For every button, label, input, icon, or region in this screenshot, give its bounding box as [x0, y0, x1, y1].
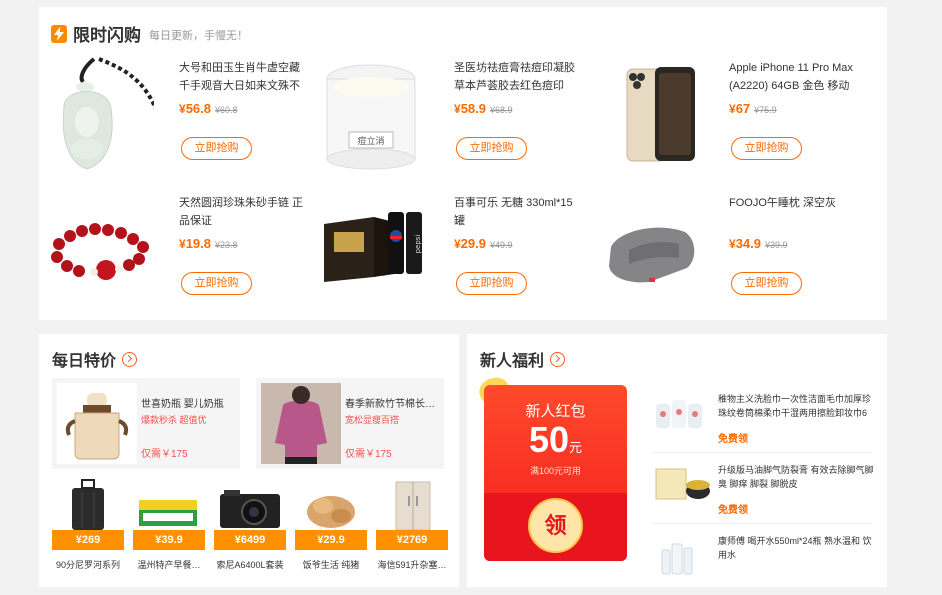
mini-name: 海信591升杂塞…	[377, 560, 447, 570]
mini-name: 饭爷生活 纯猪	[302, 560, 360, 570]
newbie-item[interactable]: 康师傅 喝开水550ml*24瓶 熟水温和 饮用水	[652, 524, 872, 595]
newbie-product-list: 稚物主义洗脸巾一次性洁面毛巾加厚珍珠纹卷筒棉柔巾干湿两用擦脸卸妆巾6包 免费领 …	[652, 382, 874, 595]
product-name[interactable]: Apple iPhone 11 Pro Max (A2220) 64GB 金色 …	[729, 59, 857, 95]
bracelet-image	[51, 223, 149, 280]
acne-cream-image: 痘立消	[326, 64, 416, 170]
foot-cream-image	[655, 468, 710, 500]
flash-item[interactable]: 天然圆润珍珠朱砂手链 正品保证 ¥19.8 ¥23.8 立即抢购	[39, 192, 309, 317]
deal-tag: 爆款秒杀 超值优	[141, 415, 207, 425]
pork-snack-image	[307, 496, 355, 528]
daily-deals-header[interactable]: 每日特价	[52, 347, 138, 371]
mini-price: ¥269	[52, 530, 124, 550]
newbie-item-name: 升级版马油脚气防裂膏 有效去除脚气脚臭 脚痒 脚裂 脚脱皮	[718, 465, 874, 489]
lightning-icon	[51, 24, 67, 43]
newbie-header[interactable]: 新人福利	[480, 347, 566, 371]
product-name[interactable]: 大号和田玉生肖牛虚空藏千手观音大日如来文殊不动…	[179, 59, 307, 95]
deal-name: 世喜奶瓶 婴儿奶瓶	[141, 399, 224, 410]
mini-price: ¥2769	[376, 530, 448, 550]
deal-card[interactable]: 春季新款竹节棉长… 宽松显瘦百搭 仅需￥175	[256, 378, 444, 469]
svg-text:pepsi: pepsi	[414, 235, 422, 254]
mini-name: 温州特产早餐…	[137, 560, 201, 570]
newbie-item-name: 康师傅 喝开水550ml*24瓶 熟水温和 饮用水	[718, 536, 872, 560]
mini-price: ¥6499	[214, 530, 286, 550]
chevron-right-icon[interactable]	[122, 351, 138, 367]
buy-now-button[interactable]: 立即抢购	[456, 137, 527, 160]
free-claim-label[interactable]: 免费领	[718, 501, 748, 516]
svg-text:痘立消: 痘立消	[357, 135, 384, 147]
red-packet-coupon[interactable]: 新人红包 50元 满100元可用 领	[484, 385, 627, 561]
mini-price: ¥39.9	[133, 530, 205, 550]
camera-image	[220, 490, 280, 528]
mini-deal[interactable]: ¥2769 海信591升杂塞…	[376, 478, 448, 578]
flash-item[interactable]: 痘立消 圣医坊祛痘膏祛痘印凝胶草本芦荟胶去红色痘印 ¥58.9 ¥68.9 立即抢…	[314, 57, 584, 182]
product-price: ¥19.8 ¥23.8	[179, 236, 238, 251]
red-packet-condition: 满100元可用	[529, 466, 582, 476]
iphone-image	[626, 67, 695, 162]
free-claim-label[interactable]: 免费领	[718, 430, 748, 445]
deal-tag: 宽松显瘦百搭	[345, 415, 400, 425]
newbie-item[interactable]: 升级版马油脚气防裂膏 有效去除脚气脚臭 脚痒 脚裂 脚脱皮 免费领	[652, 453, 874, 524]
product-price: ¥56.8 ¥60.8	[179, 101, 238, 116]
nap-pillow-image	[609, 227, 695, 283]
flash-item[interactable]: pepsi 百事可乐 无糖 330ml*15罐 ¥29.9 ¥49.9 立即抢购	[314, 192, 584, 317]
newbie-item-name: 稚物主义洗脸巾一次性洁面毛巾加厚珍珠纹卷筒棉柔巾干湿两用擦脸卸妆巾6包	[718, 394, 872, 418]
mini-deal[interactable]: ¥6499 索尼A6400L套装	[214, 478, 286, 578]
product-price: ¥58.9 ¥68.9	[454, 101, 513, 116]
flash-item[interactable]: Apple iPhone 11 Pro Max (A2220) 64GB 金色 …	[589, 57, 859, 182]
daily-deals-title: 每日特价	[52, 353, 117, 370]
product-price: ¥29.9 ¥49.9	[454, 236, 513, 251]
buy-now-button[interactable]: 立即抢购	[731, 272, 802, 295]
product-name[interactable]: FOOJO午睡枕 深空灰	[729, 194, 857, 230]
flash-sale-header: 限时闪购 每日更新，手慢无！	[51, 21, 248, 46]
flash-item[interactable]: FOOJO午睡枕 深空灰 ¥34.9 ¥39.9 立即抢购	[589, 192, 859, 317]
deal-card[interactable]: 世喜奶瓶 婴儿奶瓶 爆款秒杀 超值优 仅需￥175	[52, 378, 240, 469]
daily-deals-panel: 每日特价 世喜奶瓶 婴儿奶瓶 爆款秒杀 超值优 仅需￥175 春季新款竹节棉长……	[39, 334, 459, 587]
buy-now-button[interactable]: 立即抢购	[731, 137, 802, 160]
long-sleeve-shirt-image	[261, 383, 341, 464]
product-price: ¥34.9 ¥39.9	[729, 236, 788, 251]
buy-now-button[interactable]: 立即抢购	[181, 272, 252, 295]
pepsi-image: pepsi	[324, 212, 422, 282]
refrigerator-image	[395, 481, 431, 531]
face-towel-image	[656, 400, 702, 428]
deal-price: 仅需￥175	[345, 449, 392, 460]
product-name[interactable]: 圣医坊祛痘膏祛痘印凝胶草本芦荟胶去红色痘印	[454, 59, 582, 95]
red-packet-title: 新人红包	[525, 403, 586, 420]
mini-name: 索尼A6400L套装	[216, 560, 284, 570]
mini-name: 90分尼罗河系列	[55, 560, 120, 570]
chevron-right-icon[interactable]	[550, 351, 566, 367]
mini-price: ¥29.9	[295, 530, 367, 550]
jade-pendant-image	[62, 57, 154, 170]
deal-name: 春季新款竹节棉长…	[345, 399, 435, 410]
product-name[interactable]: 百事可乐 无糖 330ml*15罐	[454, 194, 582, 230]
flash-sale-subtitle: 每日更新，手慢无！	[149, 30, 248, 42]
mini-deal[interactable]: ¥29.9 饭爷生活 纯猪	[295, 478, 367, 578]
luggage-image	[72, 479, 104, 530]
product-price: ¥67 ¥75.9	[729, 101, 777, 116]
product-name[interactable]: 天然圆润珍珠朱砂手链 正品保证	[179, 194, 307, 230]
buy-now-button[interactable]: 立即抢购	[456, 272, 527, 295]
newbie-title: 新人福利	[480, 353, 545, 370]
flash-item[interactable]: 大号和田玉生肖牛虚空藏千手观音大日如来文殊不动… ¥56.8¥60.8 立即抢购	[39, 57, 309, 182]
red-packet-amount: 50元	[528, 419, 583, 460]
snack-box-image	[139, 500, 197, 526]
claim-button[interactable]: 领	[528, 498, 583, 553]
water-bottle-image	[661, 543, 693, 575]
buy-now-button[interactable]: 立即抢购	[181, 137, 252, 160]
deal-price: 仅需￥175	[141, 449, 188, 460]
flash-sale-title: 限时闪购	[73, 26, 141, 45]
newbie-welfare-panel: 新人福利 新人红包 50元 满100元可用 领 稚物主义洗脸巾一次性洁面毛巾加厚…	[467, 334, 887, 587]
mini-deal[interactable]: ¥39.9 温州特产早餐…	[133, 478, 205, 578]
newbie-item[interactable]: 稚物主义洗脸巾一次性洁面毛巾加厚珍珠纹卷筒棉柔巾干湿两用擦脸卸妆巾6包 免费领	[652, 382, 872, 453]
baby-bottle-image	[57, 383, 137, 464]
flash-sale-panel: 限时闪购 每日更新，手慢无！ 大号和田玉生肖牛虚空藏千手观音大日如来文殊不动… …	[39, 7, 887, 320]
mini-deal[interactable]: ¥269 90分尼罗河系列	[52, 478, 124, 578]
